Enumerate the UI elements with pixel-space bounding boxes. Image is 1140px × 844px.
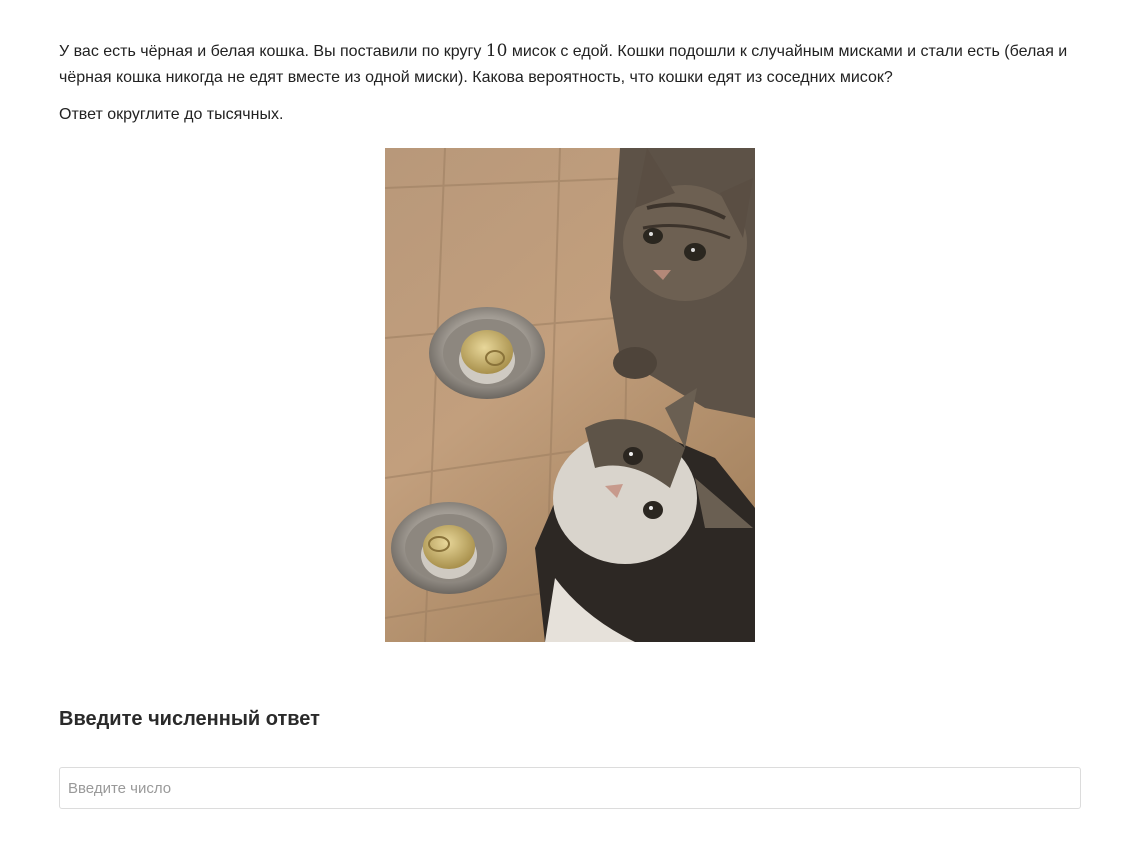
problem-text-start: У вас есть чёрная и белая кошка. Вы пост… <box>59 43 486 60</box>
problem-section: У вас есть чёрная и белая кошка. Вы пост… <box>59 38 1081 126</box>
cats-photo <box>385 148 755 642</box>
rounding-note: Ответ округлите до тысячных. <box>59 106 284 123</box>
problem-statement: У вас есть чёрная и белая кошка. Вы пост… <box>59 38 1081 91</box>
bowl-count: 10 <box>485 41 508 61</box>
answer-input[interactable] <box>59 767 1081 809</box>
answer-heading: Введите численный ответ <box>59 708 320 730</box>
